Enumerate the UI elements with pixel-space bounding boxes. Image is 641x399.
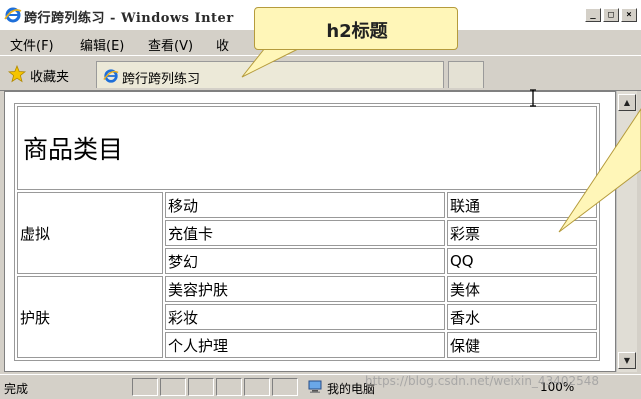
table-cell: 美体: [447, 276, 597, 302]
page-heading: 商品类目: [23, 135, 124, 164]
watermark: https://blog.csdn.net/weixin_43402548: [365, 374, 600, 388]
new-tab-button[interactable]: [448, 61, 484, 88]
ie-logo-icon: [4, 7, 22, 23]
window-title: 跨行跨列练习 - Windows Inter: [24, 11, 234, 26]
status-pane: [160, 378, 186, 396]
close-button[interactable]: ×: [621, 8, 637, 22]
heading-cell: 商品类目: [17, 106, 597, 190]
favorites-button[interactable]: 收藏夹: [30, 66, 69, 85]
window-controls: _ □ ×: [585, 8, 637, 22]
status-text: 完成: [4, 382, 29, 396]
status-pane: [132, 378, 158, 396]
callout-text: h2标题: [326, 21, 388, 42]
tab-label: 跨行跨列练习: [122, 72, 201, 87]
table-cell: 美容护肤: [165, 276, 445, 302]
menu-favorites[interactable]: 收: [216, 35, 229, 54]
scroll-down-arrow-icon[interactable]: ▼: [618, 352, 636, 369]
minimize-button[interactable]: _: [585, 8, 601, 22]
menu-file[interactable]: 文件(F): [10, 35, 54, 54]
star-icon[interactable]: [8, 65, 26, 83]
status-pane: [272, 378, 298, 396]
maximize-button[interactable]: □: [603, 8, 619, 22]
text-cursor-icon: [530, 89, 536, 107]
favorites-bar: 收藏夹 跨行跨列练习: [0, 57, 641, 91]
group-cell: 虚拟: [17, 192, 163, 274]
menu-view[interactable]: 查看(V): [148, 35, 193, 54]
group-cell: 护肤: [17, 276, 163, 358]
table-row: 虚拟 移动 联通: [17, 192, 597, 274]
table-cell: 联通: [447, 192, 597, 218]
status-pane: [244, 378, 270, 396]
table-cell: QQ: [447, 248, 597, 274]
table-cell: 彩妆: [165, 304, 445, 330]
table-cell: 彩票: [447, 220, 597, 246]
category-table: 商品类目 虚拟 移动 联通 充值卡 彩票 梦幻 QQ 护肤 美容护肤 美体 彩妆…: [14, 103, 600, 361]
table-cell: 梦幻: [165, 248, 445, 274]
status-pane: [188, 378, 214, 396]
status-pane: [216, 378, 242, 396]
scroll-up-arrow-icon[interactable]: ▲: [618, 94, 636, 111]
menu-edit[interactable]: 编辑(E): [80, 35, 124, 54]
table-cell: 充值卡: [165, 220, 445, 246]
table-row: 护肤 美容护肤 美体: [17, 276, 597, 358]
tab-current-page[interactable]: 跨行跨列练习: [96, 61, 444, 88]
callout-box: h2标题: [254, 7, 458, 50]
vertical-scrollbar[interactable]: ▲ ▼: [616, 91, 637, 372]
table-cell: 保健: [447, 332, 597, 358]
table-cell: 香水: [447, 304, 597, 330]
table-cell: 个人护理: [165, 332, 445, 358]
ie-logo-icon: [103, 69, 119, 83]
table-cell: 移动: [165, 192, 445, 218]
computer-icon: [308, 380, 322, 393]
